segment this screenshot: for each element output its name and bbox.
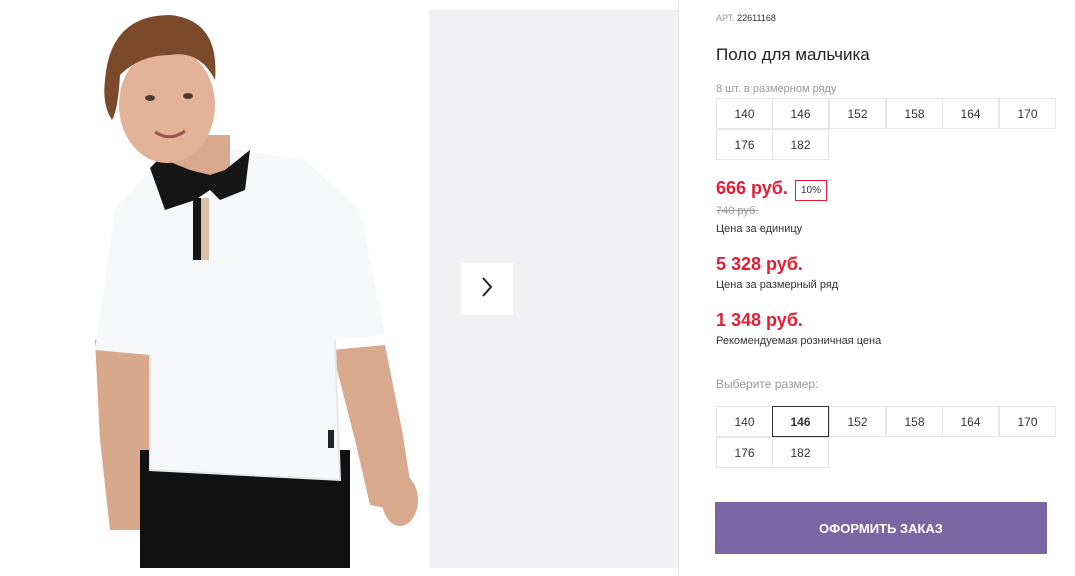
article-number: 22611168 bbox=[737, 13, 776, 23]
next-image-button[interactable] bbox=[461, 263, 513, 315]
old-price: 740 руб. bbox=[716, 205, 759, 217]
unit-price-label: Цена за единицу bbox=[716, 223, 803, 235]
size-option-176[interactable]: 176 bbox=[716, 437, 773, 468]
row-size-170: 170 bbox=[999, 98, 1056, 129]
row-size-164: 164 bbox=[942, 98, 999, 129]
place-order-button[interactable]: ОФОРМИТЬ ЗАКАЗ bbox=[715, 502, 1047, 554]
divider bbox=[678, 0, 679, 576]
discount-badge: 10% bbox=[795, 180, 828, 201]
size-option-140[interactable]: 140 bbox=[716, 406, 773, 437]
article-label: АРТ. bbox=[716, 13, 735, 23]
product-title: Поло для мальчика bbox=[716, 45, 870, 64]
row-size-140: 140 bbox=[716, 98, 773, 129]
row-size-176: 176 bbox=[716, 129, 773, 160]
chevron-right-icon bbox=[480, 276, 494, 303]
product-gallery bbox=[10, 10, 678, 568]
size-option-170[interactable]: 170 bbox=[999, 406, 1056, 437]
unit-price: 666 руб. bbox=[716, 178, 788, 198]
size-option-152[interactable]: 152 bbox=[829, 406, 886, 437]
size-option-164[interactable]: 164 bbox=[942, 406, 999, 437]
article: АРТ. 22611168 bbox=[716, 13, 776, 23]
retail-price-label: Рекомендуемая розничная цена bbox=[716, 335, 882, 347]
size-option-146-selected[interactable]: 146 bbox=[772, 406, 829, 437]
size-row-note: 8 шт. в размерном ряду bbox=[716, 83, 837, 95]
size-option-158[interactable]: 158 bbox=[886, 406, 943, 437]
row-price: 5 328 руб. bbox=[716, 254, 803, 274]
choose-size-label: Выберите размер: bbox=[716, 377, 819, 391]
product-photo bbox=[10, 10, 429, 568]
row-size-152: 152 bbox=[829, 98, 886, 129]
row-size-158: 158 bbox=[886, 98, 943, 129]
row-size-182: 182 bbox=[772, 129, 829, 160]
retail-price: 1 348 руб. bbox=[716, 310, 803, 330]
size-option-182[interactable]: 182 bbox=[772, 437, 829, 468]
row-size-146: 146 bbox=[772, 98, 829, 129]
row-price-label: Цена за размерный ряд bbox=[716, 279, 839, 291]
